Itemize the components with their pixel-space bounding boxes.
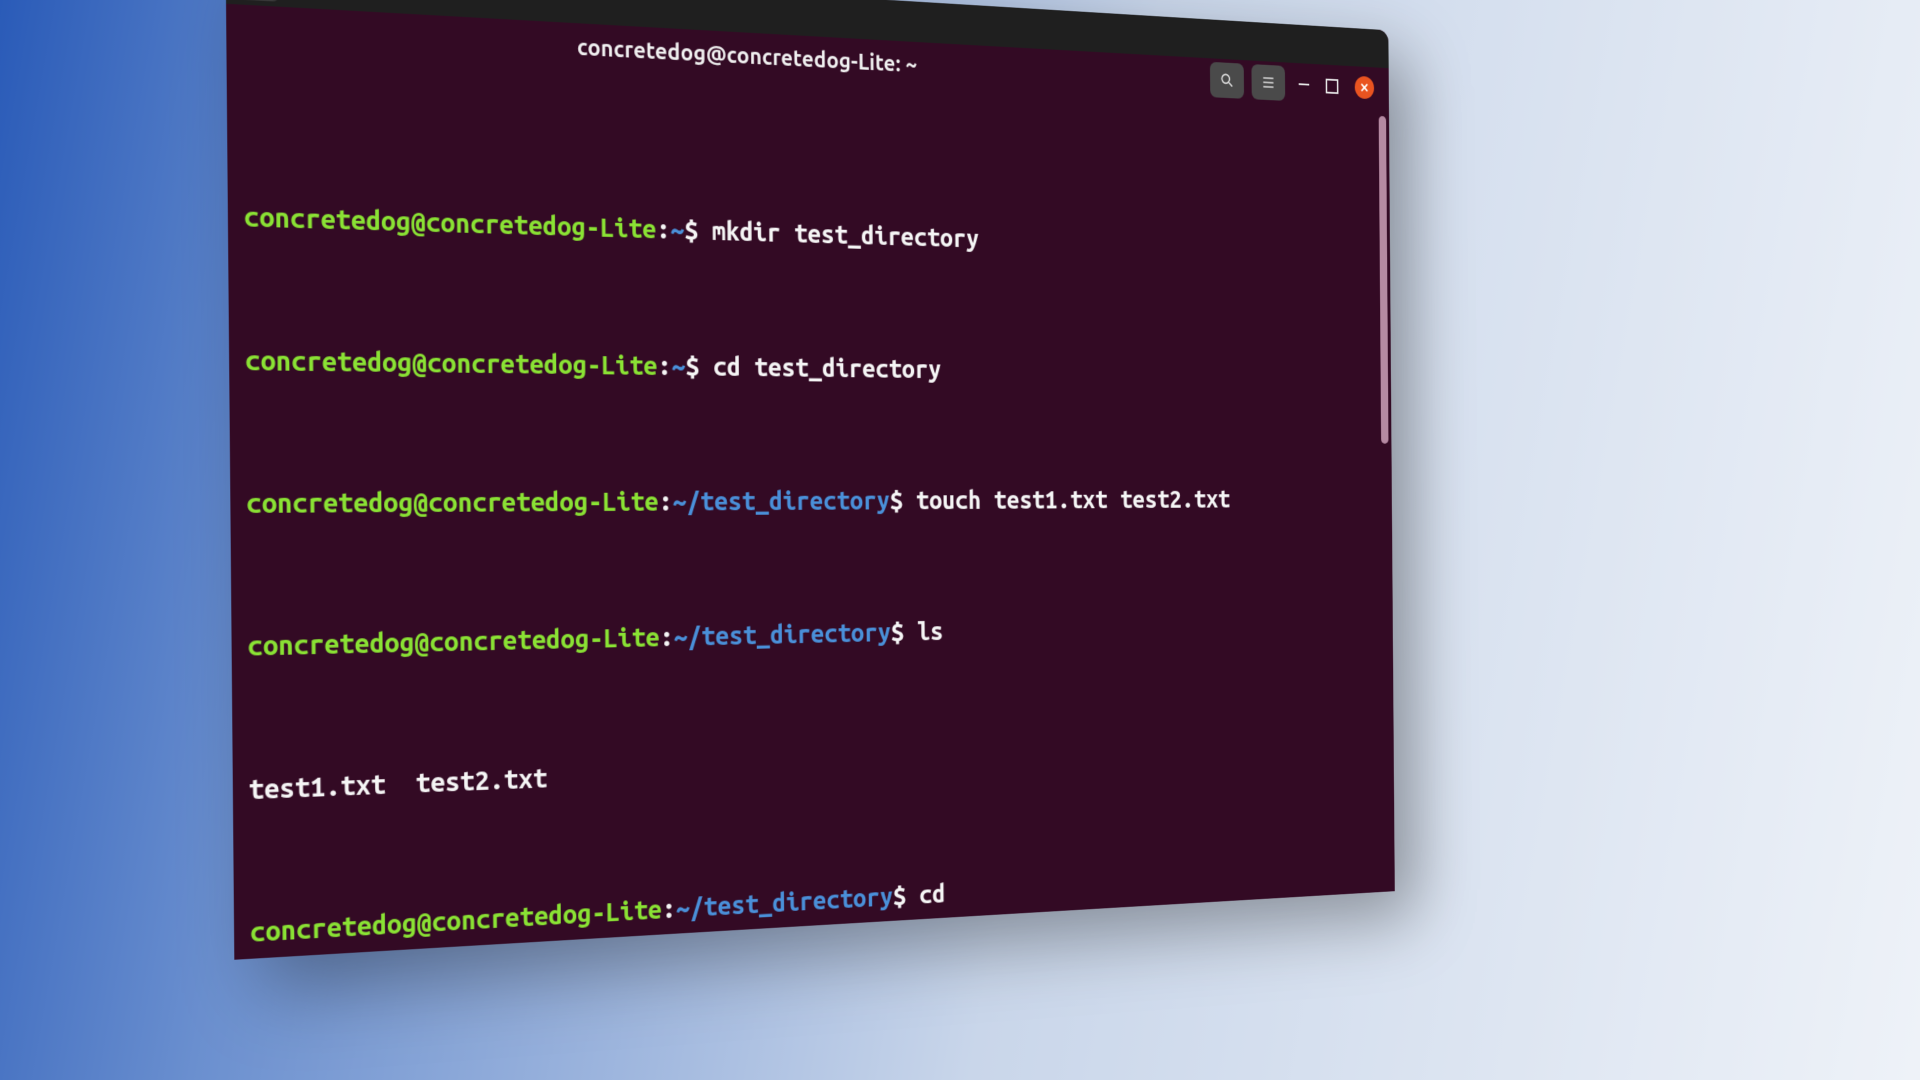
cmd-cd-home: cd	[919, 879, 945, 909]
prompt-user: concretedog@concretedog-Lite	[244, 202, 657, 245]
search-button[interactable]	[1210, 62, 1244, 99]
close-button[interactable]	[1355, 76, 1374, 99]
cmd-ls: ls	[917, 617, 943, 646]
terminal-line: concretedog@concretedog-Lite:~$ cd test_…	[245, 343, 1379, 391]
new-tab-button[interactable]	[236, 0, 280, 2]
minimize-icon	[1299, 83, 1310, 85]
prompt-dollar: $	[684, 216, 698, 246]
terminal-line: concretedog@concretedog-Lite:~/test_dire…	[246, 483, 1380, 521]
menu-button[interactable]	[1251, 64, 1285, 101]
prompt-path: ~/test_directory	[676, 882, 893, 923]
terminal-body[interactable]: concretedog@concretedog-Lite:~$ mkdir te…	[226, 52, 1394, 960]
minimize-button[interactable]	[1299, 83, 1310, 85]
cmd-mkdir: mkdir test_directory	[712, 217, 979, 254]
maximize-button[interactable]	[1326, 78, 1339, 93]
prompt-dollar: $	[891, 618, 904, 647]
maximize-icon	[1326, 78, 1339, 93]
window-controls	[1299, 73, 1375, 100]
prompt-user: concretedog@concretedog-Lite	[246, 487, 659, 519]
cmd-cd: cd test_directory	[713, 352, 941, 384]
search-icon	[1219, 71, 1235, 89]
close-icon	[1360, 82, 1369, 93]
cmd-touch: touch test1.txt test2.txt	[916, 485, 1230, 514]
hamburger-icon	[1261, 73, 1276, 91]
scrollbar[interactable]	[1379, 116, 1389, 444]
prompt-path: ~/test_directory	[674, 618, 891, 652]
desktop-background: concretedog@concretedog-Lite: ~	[0, 0, 1920, 1080]
prompt-dollar: $	[890, 486, 903, 515]
terminal-window: concretedog@concretedog-Lite: ~	[226, 0, 1395, 960]
prompt-user: concretedog@concretedog-Lite	[250, 895, 662, 948]
prompt-dollar: $	[893, 881, 906, 910]
prompt-path: ~	[671, 351, 685, 381]
terminal-line: concretedog@concretedog-Lite:~/test_dire…	[247, 607, 1381, 665]
prompt-dollar: $	[685, 351, 699, 380]
prompt-user: concretedog@concretedog-Lite	[247, 623, 660, 662]
ls-output: test1.txt test2.txt	[249, 730, 1382, 807]
prompt-path: ~	[670, 215, 684, 245]
prompt-user: concretedog@concretedog-Lite	[245, 345, 658, 380]
terminal-line: concretedog@concretedog-Lite:~$ mkdir te…	[244, 200, 1379, 267]
terminal-line: concretedog@concretedog-Lite:~/test_dire…	[250, 854, 1383, 951]
prompt-path: ~/test_directory	[673, 486, 890, 516]
